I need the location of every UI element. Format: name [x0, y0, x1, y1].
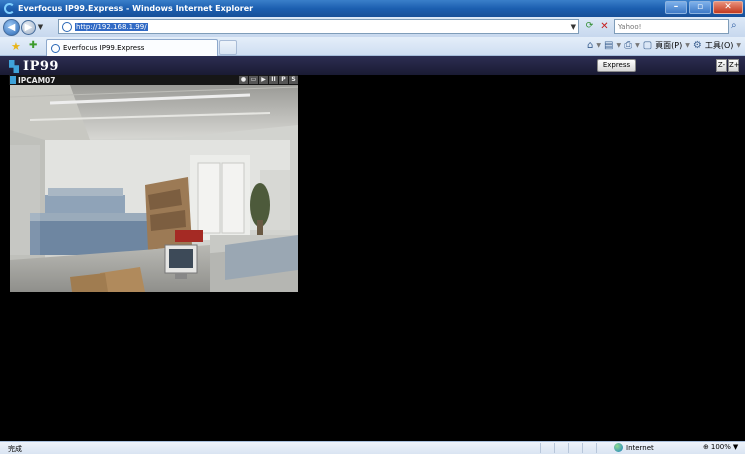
camera-video-feed[interactable] — [10, 85, 298, 292]
zoom-dropdown-icon[interactable]: ▼ — [733, 443, 738, 451]
page-icon — [62, 21, 72, 32]
record-button[interactable]: ● — [239, 76, 248, 84]
zoom-label: 100% — [710, 443, 731, 451]
camera-header: IPCAM07 ● ▭ ▶ II P S — [9, 75, 298, 85]
address-toolbar: ◀ ▶ ▼ http://192.168.1.99/ ▼ ⟳ ✕ ⌕ — [0, 17, 745, 37]
status-pane — [554, 443, 568, 453]
feeds-icon[interactable]: ▤ — [604, 40, 613, 51]
status-panes — [540, 443, 610, 453]
settings-button[interactable]: S — [289, 76, 298, 84]
tools-gear-icon: ⚙ — [692, 40, 702, 51]
ip99-app: IP99 Express Z- Z+ IPCAM07 ● ▭ ▶ II P S — [0, 56, 745, 441]
refresh-button[interactable]: ⟳ — [583, 20, 596, 33]
window-controls: – ▫ ✕ — [665, 1, 743, 14]
status-text: 完成 — [8, 445, 22, 453]
address-url[interactable]: http://192.168.1.99/ — [75, 22, 148, 31]
tab-label: Everfocus IP99.Express — [63, 44, 145, 52]
camera-icon — [10, 76, 16, 84]
ip99-logo: IP99 — [9, 59, 59, 74]
zoom-in-button[interactable]: Z+ — [728, 59, 740, 72]
home-icon[interactable]: ⌂ — [587, 40, 593, 51]
zoom-out-button[interactable]: Z- — [716, 59, 727, 72]
history-dropdown-icon[interactable]: ▼ — [36, 23, 45, 31]
tab-toolbar: ★ ✚ Everfocus IP99.Express ⌂ ▼ ▤ ▼ ⎙ ▼ ▢ 頁面… — [0, 37, 745, 56]
snapshot-button[interactable]: ▭ — [249, 76, 258, 84]
zone-label: Internet — [626, 443, 654, 452]
page-menu[interactable]: 頁面(P) — [655, 40, 682, 51]
express-button[interactable]: Express — [597, 59, 636, 72]
add-favorite-icon[interactable]: ✚ — [29, 40, 37, 51]
forward-button[interactable]: ▶ — [21, 19, 36, 35]
status-bar: 完成 Internet ⊕ 100% ▼ — [0, 441, 745, 454]
magnifier-icon: ⊕ — [703, 443, 709, 451]
app-header: IP99 Express Z- Z+ — [0, 56, 745, 75]
security-zone[interactable]: Internet — [614, 443, 654, 452]
address-dropdown-icon[interactable]: ▼ — [571, 23, 576, 31]
office-scene-image — [10, 85, 298, 292]
close-button[interactable]: ✕ — [713, 1, 743, 14]
zoom-level[interactable]: ⊕ 100% ▼ — [703, 443, 738, 451]
maximize-button[interactable]: ▫ — [689, 1, 711, 14]
back-button[interactable]: ◀ — [3, 18, 20, 36]
page-menu-icon: ▢ — [642, 40, 653, 51]
window-title-bar: Everfocus IP99.Express - Windows Interne… — [0, 0, 745, 17]
minimize-button[interactable]: – — [665, 1, 687, 14]
address-bar[interactable]: http://192.168.1.99/ ▼ — [58, 19, 579, 34]
stop-button[interactable]: ✕ — [598, 20, 611, 33]
play-button[interactable]: ▶ — [259, 76, 268, 84]
print-icon[interactable]: ⎙ — [624, 40, 632, 51]
status-pane — [540, 443, 554, 453]
search-icon[interactable]: ⌕ — [731, 20, 737, 31]
favorites-star-icon[interactable]: ★ — [11, 40, 21, 53]
ip99-logo-icon — [9, 60, 19, 73]
tools-menu[interactable]: 工具(O) — [705, 40, 734, 51]
search-input[interactable] — [615, 20, 728, 33]
status-pane — [596, 443, 610, 453]
command-bar: ⌂ ▼ ▤ ▼ ⎙ ▼ ▢ 頁面(P) ▼ ⚙ 工具(O) ▼ — [587, 40, 741, 51]
camera-name: IPCAM07 — [18, 75, 56, 85]
globe-icon — [614, 443, 623, 452]
new-tab-button[interactable] — [219, 40, 237, 55]
search-box[interactable] — [614, 19, 729, 34]
camera-controls: ● ▭ ▶ II P S — [239, 76, 298, 84]
ie-logo-icon — [4, 3, 15, 14]
tab-page-icon — [51, 43, 60, 53]
window-title: Everfocus IP99.Express - Windows Interne… — [18, 4, 254, 13]
ptz-button[interactable]: P — [279, 76, 288, 84]
tab-active[interactable]: Everfocus IP99.Express — [46, 39, 218, 56]
pause-button[interactable]: II — [269, 76, 278, 84]
status-pane — [582, 443, 596, 453]
status-pane — [568, 443, 582, 453]
logo-text: IP99 — [23, 59, 59, 74]
